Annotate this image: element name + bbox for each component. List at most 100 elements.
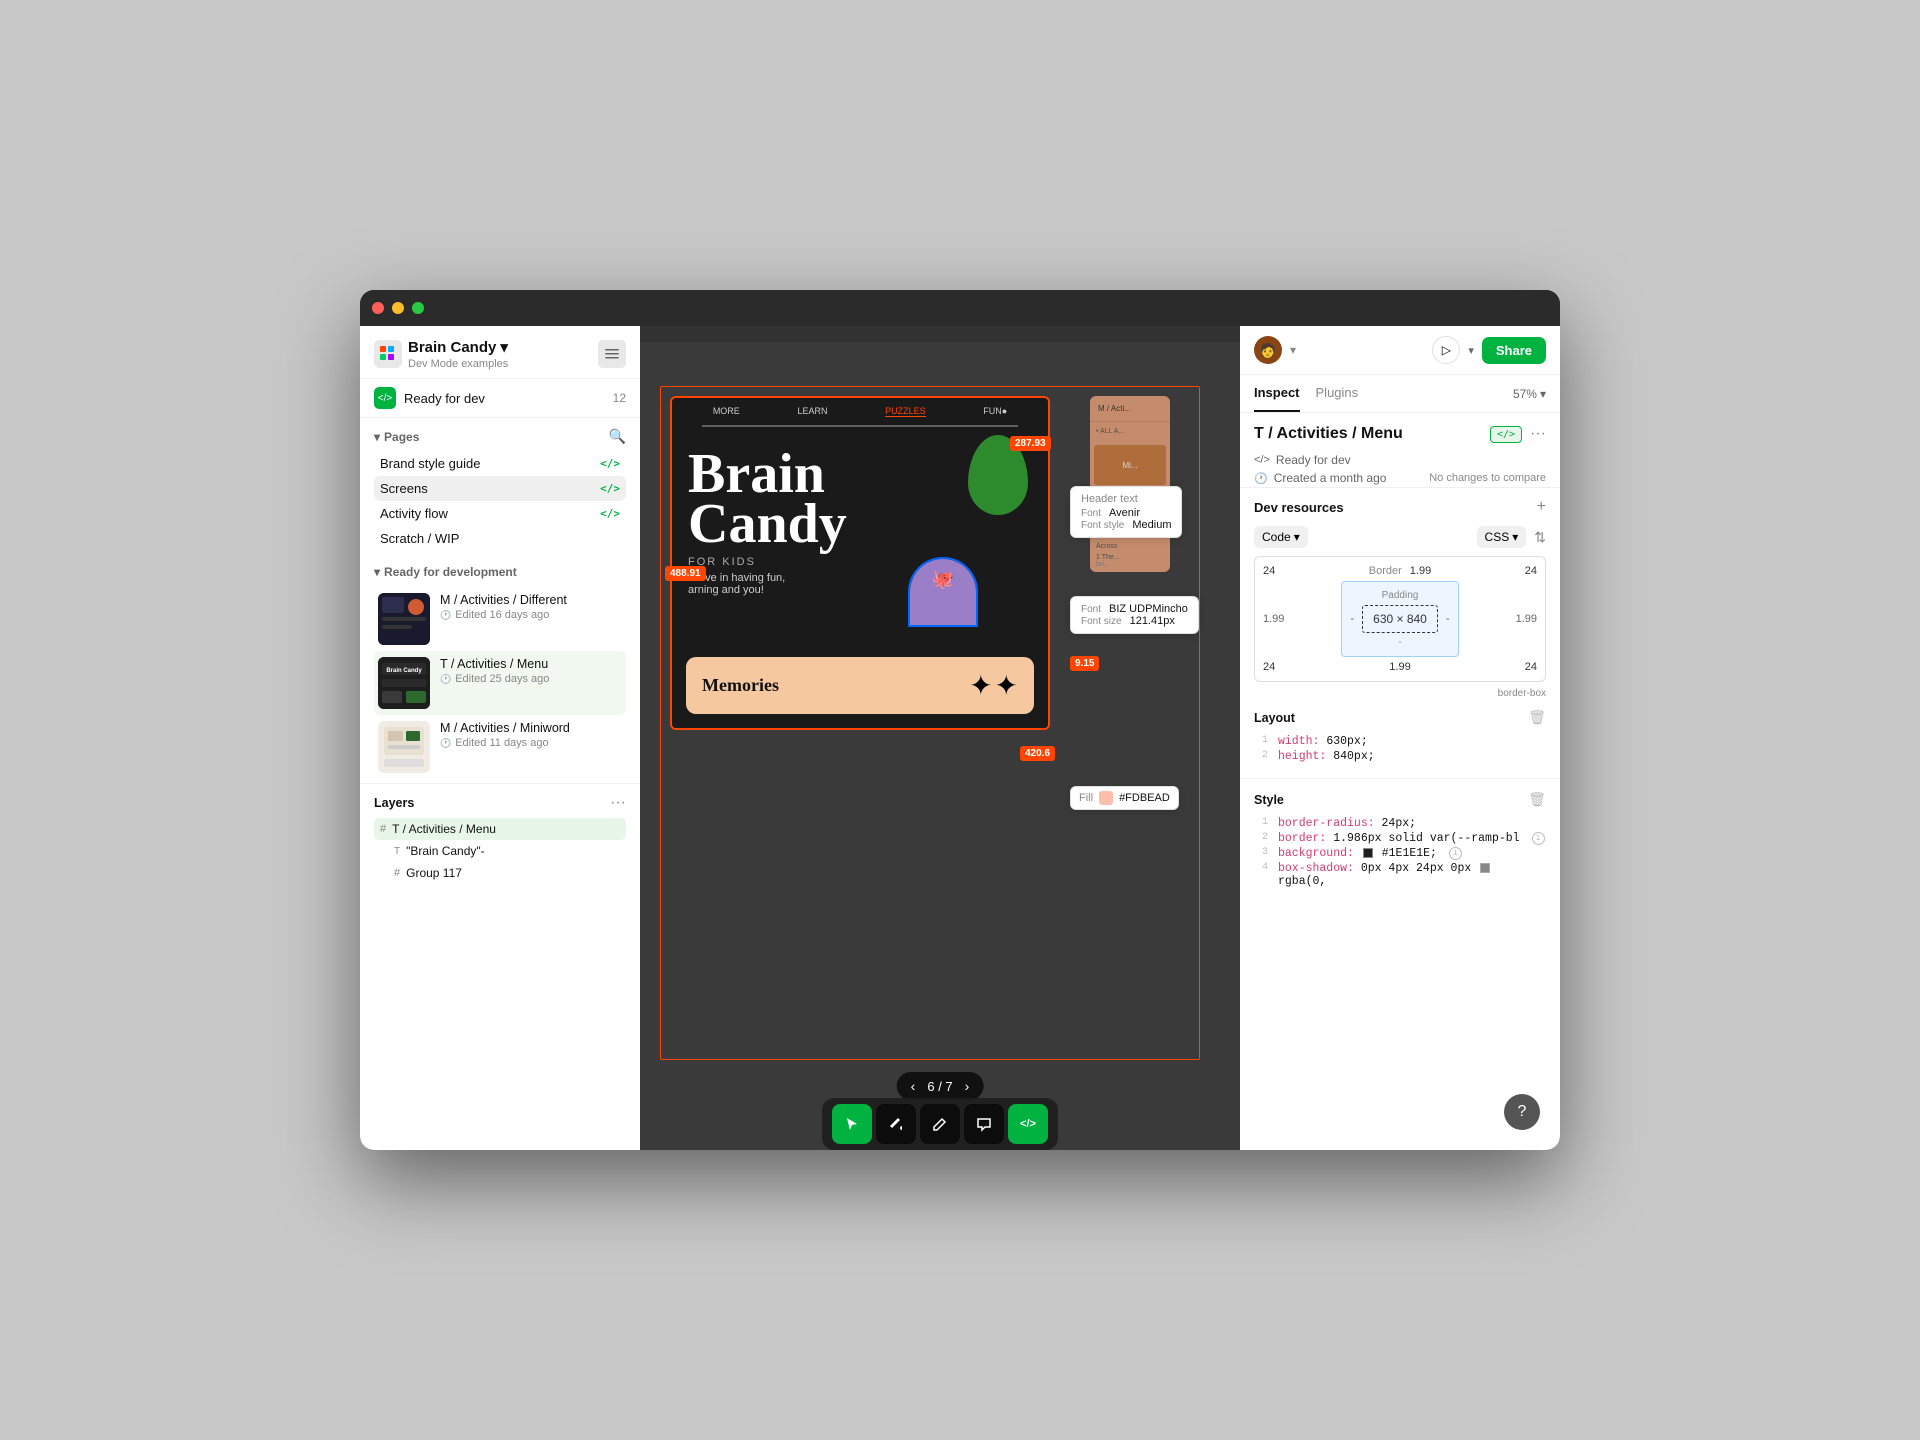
fill-swatch	[1099, 791, 1113, 805]
close-dot[interactable]	[372, 302, 384, 314]
ready-item-name: T / Activities / Menu	[440, 657, 622, 671]
copy-icon[interactable]: ⇅	[1534, 529, 1546, 546]
list-item[interactable]: M / Activities / Miniword 🕐 Edited 11 da…	[374, 715, 626, 779]
layout-title: Layout	[1254, 711, 1295, 725]
ready-for-dev-title[interactable]: ▾ Ready for development	[374, 565, 626, 579]
canvas-area: MORE LEARN PUZZLES FUN● BrainCandy FOR K…	[640, 326, 1240, 1150]
dropdown-chevron[interactable]: ▾	[1468, 344, 1474, 357]
selected-element[interactable]: 🐙	[908, 557, 978, 627]
paint-tool-button[interactable]	[876, 1104, 916, 1144]
style-section: Style 🗑 1 border-radius: 24px; 2 border:…	[1240, 785, 1560, 897]
clock-icon: 🕐	[1254, 472, 1268, 485]
style-delete-button[interactable]: 🗑	[1528, 791, 1546, 808]
sidebar-item-scratch[interactable]: Scratch / WIP	[374, 526, 626, 551]
avatar-chevron[interactable]: ▾	[1290, 343, 1296, 357]
add-resource-button[interactable]: +	[1537, 498, 1546, 516]
element-size: 630 × 840	[1373, 612, 1427, 626]
sidebar-item-activity[interactable]: Activity flow </>	[374, 501, 626, 526]
play-button[interactable]: ▷	[1432, 336, 1460, 364]
app-window: Brain Candy ▾ Dev Mode examples </> Read…	[360, 290, 1560, 1150]
dimension-badge-488: 488.91	[665, 566, 706, 581]
code-icon: </>	[600, 457, 620, 470]
right-panel: 🧑 ▾ ▷ ▾ Share Inspect Plugins 57% ▾	[1240, 326, 1560, 1150]
pages-section: ▾ Pages 🔍 Brand style guide </> Screens …	[360, 418, 640, 555]
page-indicator: 6 / 7	[927, 1079, 952, 1094]
project-title[interactable]: Brain Candy ▾	[408, 338, 508, 356]
info-icon[interactable]: i	[1532, 832, 1545, 845]
thumbnail: Brain Candy	[378, 657, 430, 709]
info-icon[interactable]: i	[1449, 847, 1462, 860]
project-subtitle: Dev Mode examples	[408, 358, 508, 370]
panel-toggle-button[interactable]	[598, 340, 626, 368]
next-page-button[interactable]: ›	[965, 1078, 970, 1094]
layer-item-brain-candy[interactable]: T "Brain Candy"-	[374, 840, 626, 862]
list-item[interactable]: Brain Candy T / Activities / Menu 🕐 Edit…	[374, 651, 626, 715]
cursor-tool-button[interactable]	[832, 1104, 872, 1144]
title-bar	[360, 290, 1560, 326]
tab-inspect[interactable]: Inspect	[1254, 375, 1300, 412]
border-box-label: border-box	[1240, 688, 1560, 703]
sidebar-item-brand[interactable]: Brand style guide </>	[374, 451, 626, 476]
layout-section: Layout 🗑 1 width: 630px; 2 height: 840px…	[1240, 703, 1560, 772]
layout-delete-button[interactable]: 🗑	[1528, 709, 1546, 726]
list-item[interactable]: M / Activities / Different 🕐 Edited 16 d…	[374, 587, 626, 651]
sidebar-header: Brain Candy ▾ Dev Mode examples	[360, 326, 640, 379]
created-time: Created a month ago	[1274, 471, 1387, 485]
figma-icon[interactable]	[374, 340, 402, 368]
more-options-button[interactable]: ···	[1530, 425, 1546, 443]
sidebar-item-screens[interactable]: Screens </>	[374, 476, 626, 501]
box-model: 24 Border 1.99 24 1.99 Padding - 63	[1254, 556, 1546, 682]
dimension-badge-420: 420.6	[1020, 746, 1055, 761]
prev-page-button[interactable]: ‹	[911, 1078, 916, 1094]
dev-resources-title: Dev resources	[1254, 500, 1344, 515]
layer-item-t-act-menu[interactable]: # T / Activities / Menu	[374, 818, 626, 840]
minimize-dot[interactable]	[392, 302, 404, 314]
edit-tool-button[interactable]	[920, 1104, 960, 1144]
phone-nav: MORE LEARN PUZZLES FUN●	[672, 398, 1048, 425]
avatar[interactable]: 🧑	[1254, 336, 1282, 364]
code-icon: </>	[600, 482, 620, 495]
help-button[interactable]: ?	[1504, 1094, 1540, 1130]
layers-more-button[interactable]: ···	[610, 794, 626, 812]
code-tool-button[interactable]: </>	[1008, 1104, 1048, 1144]
ready-for-dev-section: ▾ Ready for development	[360, 555, 640, 783]
pages-section-title: ▾ Pages	[374, 430, 419, 444]
code-icon: </>	[1254, 454, 1270, 466]
style-code: 1 border-radius: 24px; 2 border: 1.986px…	[1254, 814, 1546, 891]
ruler	[640, 326, 1240, 342]
code-lang-selector[interactable]: CSS ▾	[1477, 526, 1527, 548]
thumbnail	[378, 721, 430, 773]
share-button[interactable]: Share	[1482, 337, 1546, 364]
tab-plugins[interactable]: Plugins	[1316, 375, 1359, 412]
dev-resources-section: Dev resources +	[1240, 487, 1560, 522]
dev-badge-count: 12	[613, 391, 626, 405]
fill-badge: Fill #FDBEAD	[1070, 786, 1179, 810]
code-badge: </>	[1490, 426, 1522, 443]
search-icon[interactable]: 🔍	[609, 428, 626, 445]
status-badge: Ready for dev	[1276, 453, 1351, 467]
dimension-badge-9: 9.15	[1070, 656, 1099, 671]
zoom-level[interactable]: 57% ▾	[1513, 387, 1546, 401]
code-type-selector[interactable]: Code ▾	[1254, 526, 1308, 548]
right-strip: M / Acti... • ALL A... Mi... Fill in the…	[1090, 396, 1170, 572]
code-toolbar: Code ▾ CSS ▾ ⇅	[1240, 522, 1560, 556]
memories-card: Memories ✦ ✦	[686, 657, 1034, 714]
layer-item-group117[interactable]: # Group 117	[374, 862, 626, 884]
body-font-annotation: Font BIZ UDPMincho Font size 121.41px	[1070, 596, 1199, 634]
component-header: T / Activities / Menu </> ···	[1240, 413, 1560, 451]
inspect-tabs: Inspect Plugins 57% ▾	[1240, 375, 1560, 413]
code-icon: </>	[600, 507, 620, 520]
color-swatch	[1363, 848, 1373, 858]
header-text-annotation: Header text Font Avenir Font style Mediu…	[1070, 486, 1182, 538]
ready-item-name: M / Activities / Miniword	[440, 721, 622, 735]
memories-label: Memories	[702, 675, 779, 696]
right-panel-header: 🧑 ▾ ▷ ▾ Share	[1240, 326, 1560, 375]
maximize-dot[interactable]	[412, 302, 424, 314]
svg-text:Brain Candy: Brain Candy	[386, 668, 422, 674]
box-model-center: Padding - 630 × 840 - -	[1341, 581, 1458, 657]
component-title: T / Activities / Menu	[1254, 425, 1403, 443]
dev-badge[interactable]: </> Ready for dev 12	[360, 379, 640, 418]
comment-tool-button[interactable]	[964, 1104, 1004, 1144]
ready-item-time: 🕐 Edited 11 days ago	[440, 737, 622, 749]
hero-tagline: elieve in having fun,arning and you!	[688, 572, 1032, 596]
